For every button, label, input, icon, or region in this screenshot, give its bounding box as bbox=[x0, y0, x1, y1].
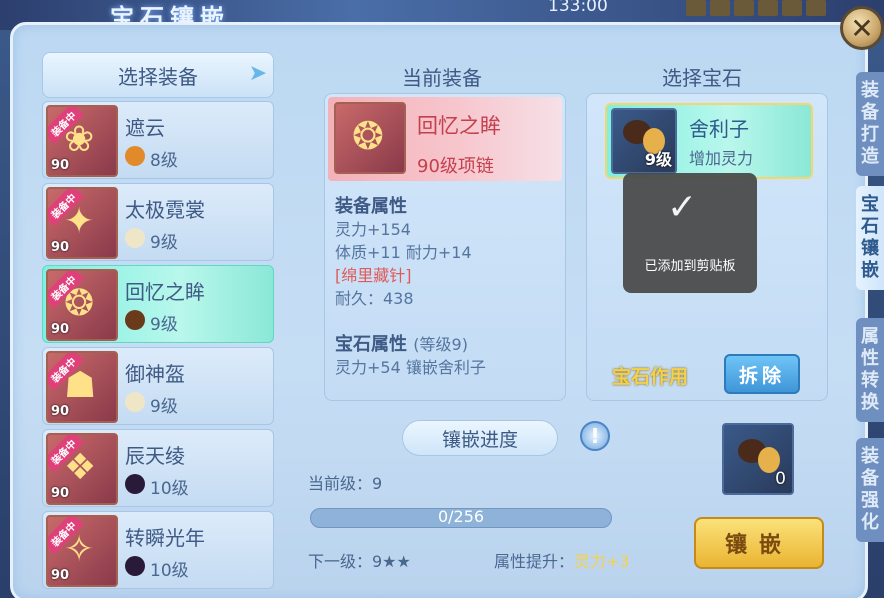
gem-name: 舍利子 bbox=[689, 117, 749, 141]
attribute-increase: 属性提升：灵力+3 bbox=[494, 552, 630, 571]
equipment-item[interactable]: ✦ 装备中 90 太极霓裳 9级 bbox=[42, 183, 274, 261]
clipboard-toast: ✓ 已添加到剪贴板 bbox=[623, 173, 757, 293]
gem-count: 0 bbox=[775, 469, 786, 489]
select-gem-title: 选择宝石 bbox=[662, 66, 742, 90]
tab-attribute-convert[interactable]: 属性转换 bbox=[856, 318, 884, 422]
gem-effect-link[interactable]: 宝石作用 bbox=[612, 362, 688, 389]
equipment-thumbnail: ❀ 装备中 90 bbox=[46, 105, 118, 177]
equipment-name: 御神盔 bbox=[125, 362, 185, 386]
toast-message: 已添加到剪贴板 bbox=[644, 259, 736, 274]
equipment-level: 90 bbox=[51, 158, 70, 173]
equipment-item[interactable]: ❀ 装备中 90 遮云 8级 bbox=[42, 101, 274, 179]
current-equipment-title: 当前装备 bbox=[402, 66, 482, 90]
gem-attr-header: 宝石属性 (等级9) bbox=[335, 334, 468, 355]
equipment-name: 回忆之眸 bbox=[417, 114, 501, 138]
gem-slot[interactable]: 0 bbox=[722, 423, 794, 495]
inlay-progress-title: 镶嵌进度 bbox=[402, 420, 558, 456]
equipment-thumbnail: ☗ 装备中 90 bbox=[46, 351, 118, 423]
equipment-attr-header: 装备属性 bbox=[335, 196, 407, 217]
tab-equipment-forge[interactable]: 装备打造 bbox=[856, 72, 884, 176]
gem-level: 9级 bbox=[150, 397, 178, 417]
gem-attr: 灵力+54 镶嵌舍利子 bbox=[335, 358, 486, 377]
top-icons bbox=[686, 0, 836, 16]
equipment-level: 90 bbox=[51, 240, 70, 255]
timer: 133:00 bbox=[548, 0, 608, 16]
attribute-increase-value: 灵力+3 bbox=[574, 552, 630, 571]
gem-level: 10级 bbox=[150, 479, 189, 499]
gem-icon bbox=[125, 146, 145, 166]
gem-level: 9级 bbox=[150, 233, 178, 253]
next-level: 下一级：9★★ bbox=[308, 552, 411, 571]
help-icon[interactable]: ! bbox=[580, 421, 610, 451]
gem-level: 9级 bbox=[150, 315, 178, 335]
special-skill: [绵里藏针] bbox=[335, 266, 412, 285]
durability: 耐久：438 bbox=[335, 289, 414, 308]
gem-icon bbox=[125, 310, 145, 330]
equipment-level: 90 bbox=[51, 322, 70, 337]
equipment-name: 辰天绫 bbox=[125, 444, 185, 468]
gem-level: 10级 bbox=[150, 561, 189, 581]
equipment-name: 太极霓裳 bbox=[125, 198, 205, 222]
current-level: 当前级：9 bbox=[308, 474, 383, 493]
equipment-item[interactable]: ❖ 装备中 90 辰天绫 10级 bbox=[42, 429, 274, 507]
equipment-attr: 体质+11 耐力+14 bbox=[335, 243, 472, 262]
detach-button[interactable]: 拆除 bbox=[724, 354, 800, 394]
equipment-type: 90级项链 bbox=[417, 156, 494, 177]
gem-effect: 增加灵力 bbox=[689, 149, 754, 168]
gem-icon bbox=[125, 556, 145, 576]
tab-gem-inlay[interactable]: 宝石镶嵌 bbox=[856, 186, 884, 290]
close-icon: ✕ bbox=[850, 11, 874, 45]
tab-equipment-enhance[interactable]: 装备强化 bbox=[856, 438, 884, 542]
gem-level: 8级 bbox=[150, 151, 178, 171]
gem-icon bbox=[125, 392, 145, 412]
gem-icon bbox=[125, 228, 145, 248]
equipment-thumbnail: ✦ 装备中 90 bbox=[46, 187, 118, 259]
current-equipment-card: ❂ 回忆之眸 90级项链 装备属性 灵力+154 体质+11 耐力+14 [绵里… bbox=[324, 93, 566, 401]
equipment-level: 90 bbox=[51, 404, 70, 419]
equipment-thumbnail: ❂ 装备中 90 bbox=[46, 269, 118, 341]
check-icon: ✓ bbox=[667, 187, 698, 228]
gem-thumbnail: 9级 bbox=[611, 108, 677, 174]
necklace-icon: ❂ bbox=[352, 114, 384, 158]
gem-level: 9级 bbox=[644, 150, 672, 169]
equipment-thumbnail: ✧ 装备中 90 bbox=[46, 515, 118, 587]
equipment-name: 遮云 bbox=[125, 116, 165, 140]
equipment-name: 转瞬光年 bbox=[125, 526, 205, 550]
equipment-item[interactable]: ✧ 装备中 90 转瞬光年 10级 bbox=[42, 511, 274, 589]
inlay-button[interactable]: 镶嵌 bbox=[694, 517, 824, 569]
equipment-level: 90 bbox=[51, 568, 70, 583]
select-equipment-header: 选择装备 ➤ bbox=[42, 52, 274, 98]
equipment-thumbnail: ❖ 装备中 90 bbox=[46, 433, 118, 505]
equipment-name: 回忆之眸 bbox=[125, 280, 205, 304]
gem-item-selected[interactable]: 9级 舍利子 增加灵力 bbox=[605, 103, 813, 179]
progress-text: 0/256 bbox=[437, 507, 485, 526]
gem-icon bbox=[125, 474, 145, 494]
equipment-item[interactable]: ☗ 装备中 90 御神盔 9级 bbox=[42, 347, 274, 425]
close-button[interactable]: ✕ bbox=[840, 6, 884, 50]
equipment-thumbnail: ❂ bbox=[334, 102, 406, 174]
gem-attr-level: (等级9) bbox=[413, 335, 468, 354]
equipment-level: 90 bbox=[51, 486, 70, 501]
equipment-item-selected[interactable]: ❂ 装备中 90 回忆之眸 9级 bbox=[42, 265, 274, 343]
equipment-attr: 灵力+154 bbox=[335, 220, 411, 239]
arrow-right-icon[interactable]: ➤ bbox=[249, 61, 267, 86]
